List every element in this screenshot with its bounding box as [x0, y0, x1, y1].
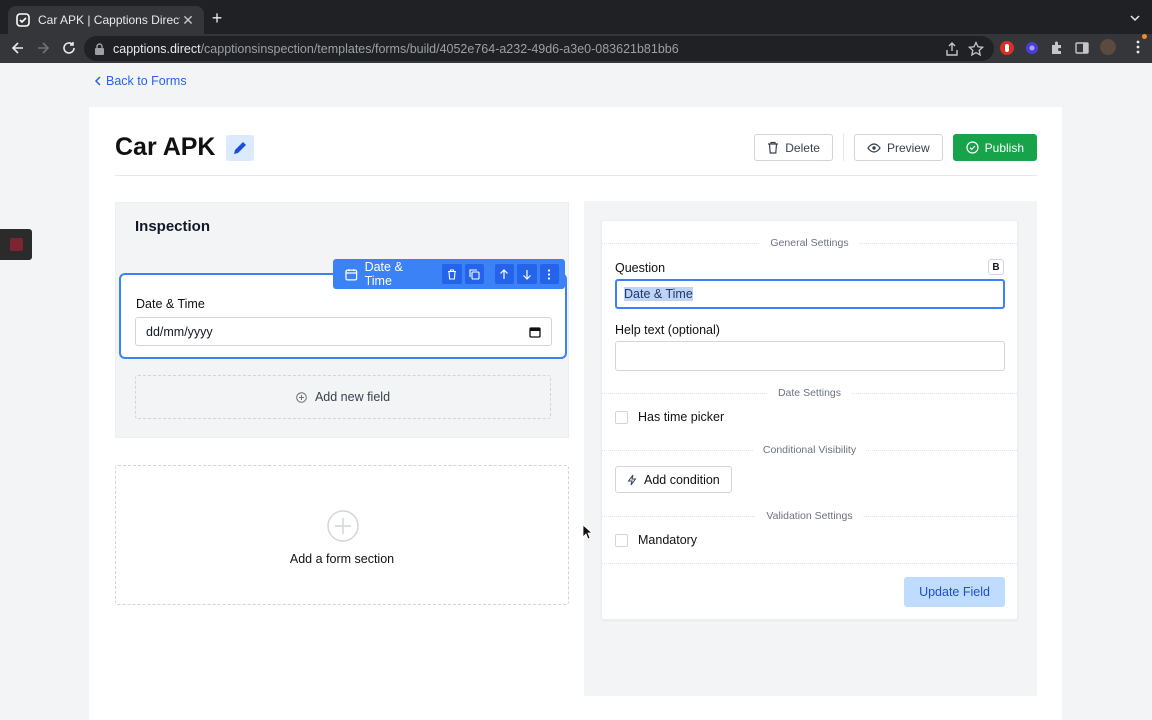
form-actions: Delete Preview Publish	[754, 134, 1037, 161]
section-title: Inspection	[135, 218, 211, 235]
extensions-puzzle-icon[interactable]	[1049, 40, 1065, 56]
check-circle-icon	[966, 141, 979, 154]
publish-label: Publish	[984, 140, 1024, 155]
field-label: Date & Time	[136, 297, 205, 311]
address-bar[interactable]: capptions.direct/capptionsinspection/tem…	[84, 36, 994, 61]
browser-menu-icon[interactable]	[1136, 40, 1140, 54]
delete-label: Delete	[785, 140, 820, 155]
add-new-field-button[interactable]: Add new field	[135, 375, 551, 419]
copy-icon	[469, 268, 480, 280]
update-field-button[interactable]: Update Field	[904, 577, 1005, 607]
bold-toggle-button[interactable]: B	[988, 259, 1004, 275]
extension-gear-icon[interactable]	[1024, 40, 1040, 56]
url-path: /capptionsinspection/templates/forms/bui…	[200, 41, 679, 56]
tab-search-icon[interactable]	[1128, 11, 1142, 25]
conditional-visibility-heading: Conditional Visibility	[752, 444, 867, 456]
browser-tabbar: Car APK | Capptions Direct ✕ +	[0, 0, 1152, 34]
mandatory-label: Mandatory	[638, 533, 698, 547]
field-type-label: Date & Time	[364, 260, 403, 288]
trash-icon	[768, 141, 779, 154]
extension-red-icon[interactable]	[999, 40, 1015, 56]
share-icon[interactable]	[944, 41, 960, 57]
tab-title: Car APK | Capptions Direct	[38, 13, 180, 27]
field-type-badge: Date & Time	[339, 260, 437, 288]
add-section-label: Add a form section	[289, 552, 395, 566]
field-more-button[interactable]	[539, 264, 559, 284]
forward-arrow-icon[interactable]	[35, 40, 51, 56]
lightning-icon	[627, 474, 637, 485]
new-tab-icon[interactable]: +	[208, 9, 226, 27]
trash-icon	[447, 268, 456, 280]
publish-button[interactable]: Publish	[952, 134, 1037, 161]
update-indicator	[1142, 34, 1147, 39]
preview-button[interactable]: Preview	[853, 134, 943, 161]
browser-tab[interactable]: Car APK | Capptions Direct ✕	[8, 6, 204, 34]
back-arrow-icon[interactable]	[10, 40, 26, 56]
footer-divider	[602, 563, 1017, 564]
field-toolbar: Date & Time	[333, 259, 565, 289]
edit-title-button[interactable]	[226, 135, 254, 161]
help-text-label: Help text (optional)	[615, 323, 720, 337]
question-label: Question	[615, 261, 666, 275]
add-condition-button[interactable]: Add condition	[615, 466, 732, 493]
eye-icon	[867, 142, 881, 153]
form-section: Inspection Date & Time dd/mm/yyyy Date &…	[115, 202, 569, 438]
record-icon	[10, 238, 23, 251]
question-input[interactable]: Date & Time	[615, 279, 1005, 309]
side-panel-icon[interactable]	[1074, 40, 1090, 56]
add-condition-label: Add condition	[644, 472, 720, 487]
header-divider	[115, 175, 1037, 176]
close-tab-icon[interactable]: ✕	[180, 12, 196, 29]
preview-label: Preview	[886, 140, 930, 155]
mouse-cursor-icon	[582, 524, 592, 540]
date-input[interactable]: dd/mm/yyyy	[135, 317, 552, 346]
time-picker-row[interactable]: Has time picker	[615, 410, 724, 424]
duplicate-field-button[interactable]	[464, 264, 484, 284]
delete-field-button[interactable]	[442, 264, 462, 284]
browser-toolbar: capptions.direct/capptionsinspection/tem…	[0, 34, 1152, 63]
help-text-input[interactable]	[615, 341, 1005, 371]
question-value: Date & Time	[624, 287, 693, 301]
calendar-picker-icon[interactable]	[529, 326, 541, 338]
delete-button[interactable]: Delete	[754, 134, 833, 161]
time-picker-label: Has time picker	[638, 410, 725, 424]
floating-recorder-widget[interactable]	[0, 229, 32, 260]
arrow-down-icon	[522, 269, 531, 280]
plus-circle-icon	[296, 391, 307, 403]
page-content: Back to Forms Car APK Delete Preview Pub…	[0, 63, 1152, 720]
pencil-icon	[234, 142, 246, 154]
add-form-section-button[interactable]: Add a form section	[115, 465, 569, 605]
move-field-up-button[interactable]	[494, 264, 515, 284]
form-title: Car APK	[115, 133, 216, 161]
add-field-label: Add new field	[314, 390, 391, 404]
url-host: capptions.direct	[113, 41, 201, 56]
plus-circle-icon	[327, 510, 359, 542]
calendar-icon	[345, 268, 358, 280]
validation-settings-heading: Validation Settings	[756, 510, 863, 522]
lock-icon	[95, 42, 104, 55]
reload-icon[interactable]	[61, 40, 77, 56]
profile-avatar[interactable]	[1100, 39, 1116, 55]
actions-divider	[842, 134, 844, 161]
mandatory-row[interactable]: Mandatory	[615, 533, 697, 547]
capptions-favicon-icon	[16, 13, 30, 27]
chevron-left-icon	[94, 76, 101, 86]
date-placeholder: dd/mm/yyyy	[146, 324, 213, 339]
arrow-up-icon	[500, 268, 509, 279]
time-picker-checkbox[interactable]	[615, 410, 628, 424]
general-settings-heading: General Settings	[760, 237, 859, 249]
date-settings-heading: Date Settings	[767, 387, 852, 399]
more-vertical-icon	[548, 268, 551, 280]
bookmark-star-icon[interactable]	[968, 41, 984, 57]
field-settings-panel: General Settings Question B Date & Time …	[601, 220, 1018, 620]
back-to-forms-link[interactable]: Back to Forms	[94, 74, 187, 88]
move-field-down-button[interactable]	[517, 264, 537, 284]
mandatory-checkbox[interactable]	[615, 533, 628, 547]
back-link-label: Back to Forms	[106, 74, 187, 88]
